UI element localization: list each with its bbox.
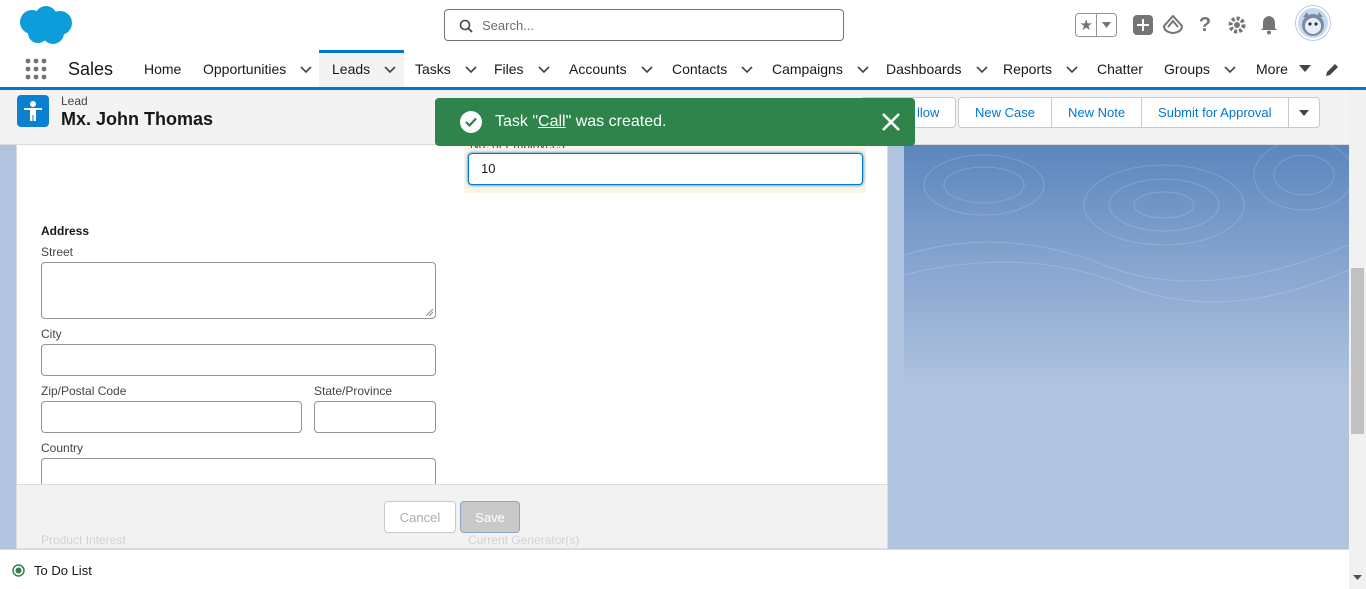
chevron-down-icon[interactable] [464,62,478,76]
help-icon[interactable]: ? [1194,14,1216,36]
city-label: City [41,327,62,341]
street-textarea[interactable] [41,262,436,319]
chevron-down-icon [1102,22,1112,28]
resize-handle-icon[interactable] [426,309,433,316]
setup-gear-icon[interactable] [1226,14,1248,36]
nav-item-more[interactable]: More [1256,50,1312,87]
salesforce-cloud-logo[interactable] [16,5,74,45]
favorites-button-group: ★ [1075,13,1117,37]
submit-for-approval-button[interactable]: Submit for Approval [1142,98,1289,127]
search-icon [459,19,473,33]
edit-nav-pencil-icon[interactable] [1324,62,1340,78]
new-note-button[interactable]: New Note [1052,98,1143,127]
country-label: Country [41,441,84,455]
close-icon[interactable] [880,111,902,133]
favorites-star-icon[interactable]: ★ [1076,14,1098,36]
success-check-icon [460,111,482,133]
toast-message-suffix: " was created. [565,113,667,130]
app-navigation-bar: Sales Home Opportunities Leads Tasks Fil… [0,50,1366,90]
scroll-down-arrow-icon[interactable] [1353,573,1362,582]
user-avatar[interactable] [1296,6,1330,40]
chevron-down-icon[interactable] [1065,62,1079,76]
add-icon[interactable] [1132,14,1154,36]
nav-item-label: Dashboards [886,60,962,77]
chevron-down-icon[interactable] [1223,62,1237,76]
topographic-pattern [904,145,1349,303]
record-object-label: Lead [61,94,88,108]
toast-message: Task "Call" was created. [495,113,666,131]
toast-message-prefix: Task " [495,113,539,130]
chevron-down-icon[interactable] [975,62,989,76]
nav-item-groups[interactable]: Groups [1164,50,1237,87]
record-name: Mx. John Thomas [61,109,214,129]
nav-item-label: Files [494,60,524,77]
chevron-down-icon[interactable] [299,62,313,76]
app-name: Sales [68,59,114,79]
nav-item-campaigns[interactable]: Campaigns [772,50,870,87]
nav-item-home[interactable]: Home [144,50,181,87]
nav-item-label: Groups [1164,60,1210,77]
favorites-dropdown-button[interactable] [1097,14,1116,36]
nav-item-label: Opportunities [203,60,287,77]
lead-record-icon [17,95,49,127]
nav-item-contacts[interactable]: Contacts [672,50,754,87]
nav-item-dashboards[interactable]: Dashboards [886,50,989,87]
state-label: State/Province [314,384,393,398]
utility-bar: To Do List [0,549,1349,589]
chevron-down-icon[interactable] [740,62,754,76]
country-input[interactable] [41,458,436,484]
scrollbar-thumb[interactable] [1351,268,1364,434]
toast-task-link[interactable]: Call [538,113,566,130]
nav-item-label: Campaigns [772,60,843,77]
nav-item-label: Home [144,60,182,77]
employees-input[interactable]: 10 [468,153,863,185]
nav-item-accounts[interactable]: Accounts [569,50,654,87]
chevron-down-icon[interactable] [537,62,551,76]
new-case-button[interactable]: New Case [959,98,1052,127]
current-generators-label: Current Generator(s) [468,533,580,547]
success-toast: Task "Call" was created. [435,98,915,146]
chevron-down-icon[interactable] [640,62,654,76]
zip-input[interactable] [41,401,302,433]
save-button[interactable]: Save [460,501,520,533]
search-placeholder: Search... [482,18,535,33]
caret-down-icon [1298,109,1309,116]
address-heading: Address [41,224,90,238]
nav-item-label: Reports [1003,60,1053,77]
nav-item-files[interactable]: Files [494,50,551,87]
global-search-input[interactable]: Search... [444,9,844,41]
nav-item-label: Accounts [569,60,627,77]
more-actions-button[interactable] [1289,98,1319,127]
nav-item-tasks[interactable]: Tasks [415,50,478,87]
app-launcher-icon[interactable] [25,58,47,80]
chevron-down-icon[interactable] [856,62,870,76]
background-banner [904,145,1349,549]
nav-item-reports[interactable]: Reports [1003,50,1079,87]
page-scrollbar[interactable] [1349,90,1366,589]
nav-item-label: Tasks [415,60,451,77]
city-input[interactable] [41,344,436,376]
nav-item-leads[interactable]: Leads [319,50,404,87]
nav-item-label: Leads [332,60,371,77]
nav-item-label: Chatter [1097,60,1143,77]
trailhead-icon[interactable] [1162,14,1184,36]
street-label: Street [41,245,74,259]
nav-item-label: Contacts [672,60,728,77]
todo-list-label: To Do List [34,563,92,578]
record-actions-group: New Case New Note Submit for Approval [958,97,1320,128]
todo-check-circle-icon [12,564,25,577]
notifications-bell-icon[interactable] [1258,14,1280,36]
caret-down-icon[interactable] [1298,62,1312,76]
nav-item-label: More [1256,60,1288,77]
global-header: Search... ★ ? [0,0,1366,50]
zip-label: Zip/Postal Code [41,384,127,398]
chevron-down-icon[interactable] [383,62,397,76]
cancel-button[interactable]: Cancel [384,501,456,533]
nav-item-opportunities[interactable]: Opportunities [203,50,313,87]
nav-item-chatter[interactable]: Chatter [1097,50,1143,87]
todo-list-utility[interactable]: To Do List [12,563,92,578]
product-interest-label: Product Interest [41,533,126,547]
state-input[interactable] [314,401,436,433]
